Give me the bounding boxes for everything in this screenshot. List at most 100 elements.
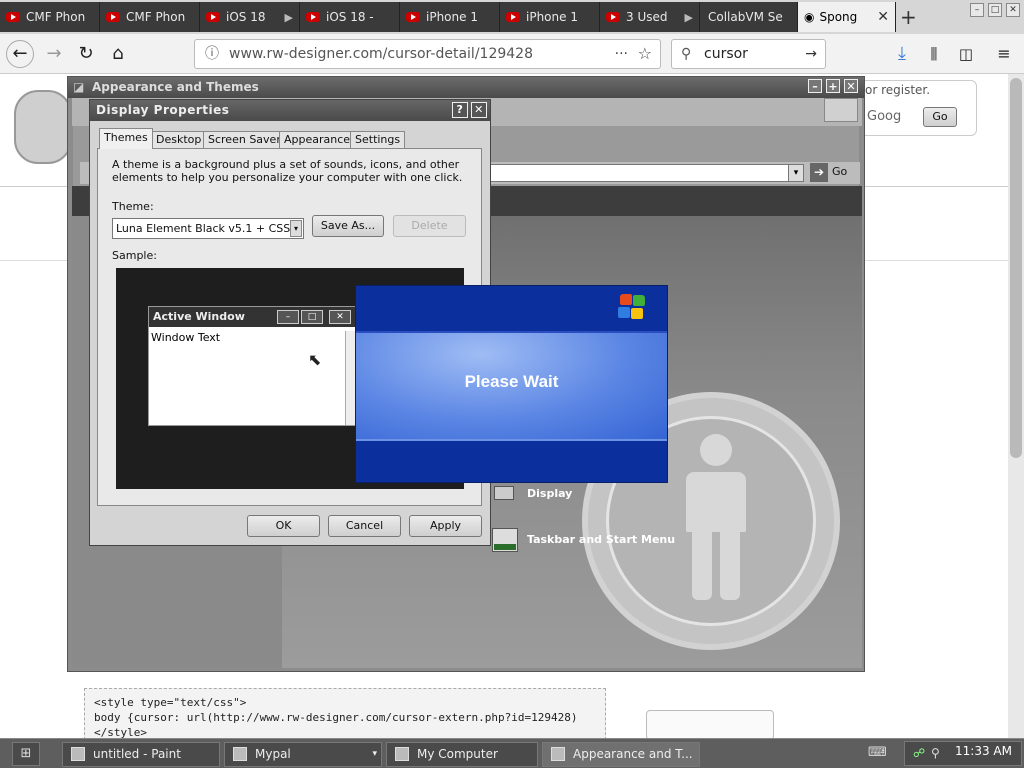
browser-tab[interactable]: 3 Used ▶: [600, 2, 700, 32]
ok-button[interactable]: OK: [247, 515, 320, 537]
google-label: Goog: [867, 109, 902, 124]
keyboard-icon[interactable]: ⌨: [868, 745, 887, 760]
back-button[interactable]: ←: [6, 40, 34, 68]
bookmark-star-icon[interactable]: ☆: [638, 40, 652, 68]
login-box: or register. Goog Go: [860, 80, 977, 136]
globe-icon: ◉: [804, 10, 815, 24]
sample-label: Sample:: [112, 249, 157, 262]
sample-close-icon: ✕: [329, 310, 351, 324]
download-icon[interactable]: ⤓: [888, 40, 916, 68]
tab-themes[interactable]: Themes: [99, 128, 153, 149]
info-icon[interactable]: ⓘ: [205, 40, 219, 68]
cancel-button[interactable]: Cancel: [328, 515, 401, 537]
taskbar-item-my-computer[interactable]: My Computer: [386, 742, 538, 767]
browser-tab-bar: CMF Phon CMF Phon iOS 18 ▶ iOS 18 - iPhon…: [0, 0, 1024, 34]
tab-appearance[interactable]: Appearance: [279, 131, 356, 148]
search-input[interactable]: ⚲ cursor →: [671, 39, 826, 69]
tab-screen-saver[interactable]: Screen Saver: [203, 131, 286, 148]
sample-maximize-icon: □: [301, 310, 323, 324]
go-arrow-icon[interactable]: ➔: [810, 163, 828, 182]
new-tab-button[interactable]: +: [900, 5, 917, 29]
taskbar-start-menu-icon[interactable]: [490, 526, 522, 556]
delete-button[interactable]: Delete: [393, 215, 466, 237]
browser-tab[interactable]: iPhone 1: [500, 2, 600, 32]
site-logo: [14, 90, 72, 164]
minimize-icon[interactable]: –: [808, 79, 822, 93]
page-actions-icon[interactable]: ···: [615, 40, 628, 68]
theme-select[interactable]: Luna Element Black v5.1 + CSS ▾: [112, 218, 304, 239]
sample-active-window: Active Window – □ ✕ Window Text: [148, 306, 358, 426]
close-icon[interactable]: ✕: [1006, 3, 1020, 17]
address-field[interactable]: [490, 164, 792, 182]
display-icon[interactable]: [492, 484, 520, 506]
close-icon[interactable]: ✕: [471, 102, 487, 118]
mouse-cursor-icon: ⬉: [308, 350, 322, 369]
maximize-icon[interactable]: +: [826, 79, 840, 93]
search-icon[interactable]: ⚲: [931, 746, 940, 760]
sample-minimize-icon: –: [277, 310, 299, 324]
taskbar-item-mypal[interactable]: Mypal ▾: [224, 742, 382, 767]
chevron-down-icon[interactable]: ▾: [290, 220, 302, 237]
task-display-link[interactable]: Display: [527, 487, 572, 500]
youtube-icon: [206, 12, 220, 22]
browser-tab[interactable]: CMF Phon: [0, 2, 100, 32]
browser-tab[interactable]: iPhone 1: [400, 2, 500, 32]
youtube-icon: [106, 12, 120, 22]
sample-window-text: Window Text: [151, 331, 221, 344]
close-icon[interactable]: ✕: [844, 79, 858, 93]
window-titlebar[interactable]: ◪ Appearance and Themes – + ✕: [68, 77, 864, 98]
help-icon[interactable]: ?: [452, 102, 468, 118]
cursor-preview[interactable]: [646, 710, 774, 740]
home-button[interactable]: ⌂: [104, 40, 132, 68]
search-go-icon[interactable]: →: [805, 40, 817, 68]
browser-nav-bar: ← → ↻ ⌂ ⓘ www.rw-designer.com/cursor-det…: [0, 34, 1024, 74]
taskbar-item-paint[interactable]: untitled - Paint: [62, 742, 220, 767]
youtube-icon: [406, 12, 420, 22]
site-search-go-button[interactable]: Go: [923, 107, 957, 127]
dialog-titlebar[interactable]: Display Properties ? ✕: [90, 100, 490, 121]
browser-tab[interactable]: iOS 18 -: [300, 2, 400, 32]
forward-button[interactable]: →: [40, 40, 68, 68]
sample-window-title: Active Window: [149, 307, 357, 327]
browser-tab[interactable]: iOS 18 ▶: [200, 2, 300, 32]
dropdown-arrow-icon[interactable]: ▾: [788, 164, 804, 182]
youtube-icon: [306, 12, 320, 22]
youtube-icon: [506, 12, 520, 22]
theme-label: Theme:: [112, 200, 154, 213]
audio-icon[interactable]: ▶: [685, 11, 693, 24]
tab-settings[interactable]: Settings: [350, 131, 406, 148]
search-icon: ⚲: [681, 46, 692, 62]
apply-button[interactable]: Apply: [409, 515, 482, 537]
url-bar[interactable]: ⓘ www.rw-designer.com/cursor-detail/1294…: [194, 39, 661, 69]
library-icon[interactable]: ⫼: [920, 40, 948, 68]
mypal-icon: [233, 747, 247, 761]
save-as-button[interactable]: Save As...: [312, 215, 384, 237]
minimize-icon[interactable]: –: [970, 3, 984, 17]
code-snippet: <style type="text/css"> body {cursor: url…: [84, 688, 606, 740]
start-button[interactable]: ⊞: [12, 742, 40, 766]
network-icon[interactable]: ☍: [913, 746, 925, 760]
register-link[interactable]: or register.: [865, 83, 930, 97]
taskbar-item-appearance[interactable]: Appearance and T...: [542, 742, 700, 767]
task-taskbar-link[interactable]: Taskbar and Start Menu: [527, 533, 675, 546]
dialog-title: Display Properties: [96, 103, 230, 117]
chevron-down-icon[interactable]: ▾: [372, 743, 377, 766]
menu-icon[interactable]: ≡: [990, 40, 1018, 68]
address-go-label[interactable]: Go: [832, 165, 847, 178]
audio-icon[interactable]: ▶: [285, 11, 293, 24]
windows-logo-icon: [824, 98, 858, 122]
folder-icon: ◪: [73, 80, 85, 94]
browser-tab[interactable]: CollabVM Se: [700, 2, 798, 32]
tab-desktop[interactable]: Desktop: [151, 131, 207, 148]
scrollbar-thumb[interactable]: [1010, 78, 1022, 458]
computer-icon: [395, 747, 409, 761]
reload-button[interactable]: ↻: [72, 40, 100, 68]
browser-tab-active[interactable]: ◉ Spong ✕: [798, 2, 896, 32]
browser-tab[interactable]: CMF Phon: [100, 2, 200, 32]
folder-icon: [551, 747, 565, 761]
url-text: www.rw-designer.com/cursor-detail/129428: [229, 46, 533, 62]
close-tab-icon[interactable]: ✕: [877, 9, 889, 25]
maximize-icon[interactable]: □: [988, 3, 1002, 17]
sidebar-icon[interactable]: ◫: [952, 40, 980, 68]
taskbar-clock[interactable]: 11:33 AM: [955, 744, 1012, 758]
